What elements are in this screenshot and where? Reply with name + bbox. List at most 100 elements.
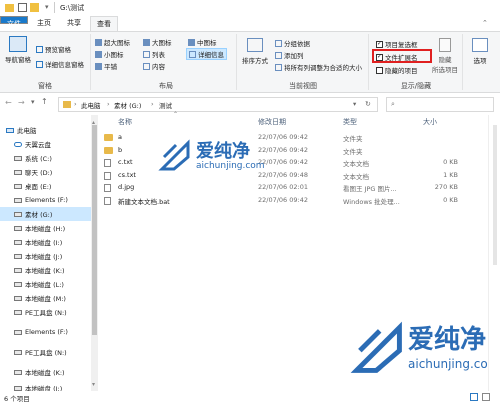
list-option[interactable]: 列表	[143, 49, 165, 59]
breadcrumb-folder[interactable]: 测试	[159, 100, 172, 110]
up-arrow-icon[interactable]: ↑	[41, 97, 48, 106]
nav-item[interactable]: 素材 (G:)	[0, 207, 91, 221]
status-bar: 6 个项目	[0, 391, 500, 404]
nav-item[interactable]: 聊天 (D:)	[0, 165, 91, 179]
breadcrumb-drive[interactable]: 素材 (G:)	[114, 100, 141, 110]
nav-item-label: 天翼云盘	[25, 141, 51, 149]
search-input[interactable]: ⌕	[386, 97, 494, 112]
nav-item[interactable]: 本地磁盘 (H:)	[0, 221, 91, 235]
file-type: Windows 批处理...	[343, 197, 400, 206]
customize-qat-icon[interactable]: ▾	[45, 3, 49, 11]
small-icons-option[interactable]: 小图标	[95, 49, 124, 59]
column-header-date[interactable]: 修改日期	[258, 117, 286, 127]
nav-scrollbar[interactable]: ▴ ▾	[91, 115, 98, 391]
drive-icon	[14, 349, 22, 355]
nav-item[interactable]: 本地磁盘 (K:)	[0, 365, 91, 379]
preview-pane-button[interactable]: 预览窗格	[36, 44, 71, 54]
nav-item[interactable]: PE工具盘 (N:)	[0, 345, 91, 359]
file-row[interactable]: 新建文本文档.bat 22/07/06 09:42 Windows 批处理... 0 …	[98, 195, 458, 206]
file-extension-label: 文件扩展名	[385, 54, 418, 62]
options-button[interactable]: 选项	[466, 38, 494, 74]
file-extension-toggle[interactable]: ✓ 文件扩展名	[376, 52, 418, 62]
nav-pane-icon	[9, 36, 27, 52]
hide-selected-button[interactable]: 隐藏 所选项目	[430, 38, 460, 78]
nav-item[interactable]: 本地磁盘 (J:)	[0, 249, 91, 263]
medium-icons-option[interactable]: 中图标	[188, 37, 217, 47]
fit-columns-label: 将所有列调整为合适的大小	[284, 64, 362, 72]
nav-item[interactable]: 本地磁盘 (K:)	[0, 263, 91, 277]
file-name: a	[118, 133, 122, 141]
ribbon: 导航窗格 预览窗格 详细信息窗格 窗格 超大图标 大图标 中图标 小图标 列表 …	[0, 31, 500, 93]
nav-item[interactable]: 此电脑	[0, 123, 91, 137]
folder-icon	[104, 146, 113, 154]
column-header-size[interactable]: 大小	[423, 117, 437, 127]
new-folder-icon[interactable]	[30, 3, 39, 12]
add-column-button[interactable]: 添加列	[275, 50, 304, 60]
list-icon	[143, 50, 150, 58]
tab-file[interactable]: 文件	[0, 16, 28, 28]
file-type: 看图王 JPG 图片...	[343, 185, 397, 193]
scroll-down-icon[interactable]: ▾	[92, 381, 95, 388]
content-option[interactable]: 内容	[143, 61, 165, 71]
list-label: 列表	[152, 51, 165, 59]
nav-item[interactable]: 桌面 (E:)	[0, 179, 91, 193]
nav-item[interactable]: 本地磁盘 (L:)	[0, 277, 91, 291]
nav-item[interactable]: 系统 (C:)	[0, 151, 91, 165]
drive-icon	[14, 369, 22, 375]
watermark-url: aichunjing.com	[196, 161, 265, 171]
address-bar[interactable]: › 此电脑 › 素材 (G:) › 测试 ▾ ↻	[58, 97, 378, 112]
forward-arrow-icon[interactable]: →	[18, 98, 25, 107]
file-name: 新建文本文档.bat	[118, 197, 170, 206]
item-checkboxes-toggle[interactable]: ✓ 项目复选框	[376, 39, 418, 49]
details-pane-label: 详细信息窗格	[45, 61, 84, 69]
file-list-scrollbar[interactable]	[488, 115, 500, 391]
fit-columns-button[interactable]: 将所有列调整为合适的大小	[275, 62, 362, 72]
scroll-thumb[interactable]	[92, 125, 97, 335]
address-dropdown-icon[interactable]: ▾	[353, 100, 356, 108]
column-header-type[interactable]: 类型	[343, 117, 357, 127]
large-icons-option[interactable]: 大图标	[143, 37, 172, 47]
tab-view[interactable]: 查看	[90, 16, 118, 31]
quick-access-check-icon[interactable]	[18, 3, 27, 12]
watermark-url: aichunjing.com	[408, 357, 500, 371]
details-option[interactable]: 详细信息	[186, 48, 227, 60]
hidden-items-toggle[interactable]: 隐藏的项目	[376, 65, 418, 75]
details-view-icon[interactable]	[470, 393, 478, 401]
details-pane-button[interactable]: 详细信息窗格	[36, 59, 84, 69]
file-icon	[104, 184, 111, 192]
refresh-icon[interactable]: ↻	[365, 100, 371, 108]
breadcrumb-pc[interactable]: 此电脑	[81, 100, 101, 110]
nav-item[interactable]: 天翼云盘	[0, 137, 91, 151]
collapse-ribbon-icon[interactable]: ⌃	[482, 19, 488, 27]
large-icons-view-icon[interactable]	[482, 393, 490, 401]
large-icons-label: 大图标	[152, 39, 172, 47]
group-by-button[interactable]: 分组依据	[275, 38, 310, 48]
cloud-icon	[14, 141, 22, 147]
navigation-pane[interactable]: 此电脑 天翼云盘 系统 (C:) 聊天 (D:) 桌面 (E:) Elements (F:…	[0, 115, 91, 393]
nav-item[interactable]: Elements (F:)	[0, 325, 91, 339]
nav-item-label: Elements (F:)	[25, 328, 68, 336]
nav-item[interactable]: Elements (F:)	[0, 193, 91, 207]
nav-item[interactable]: PE工具盘 (N:)	[0, 305, 91, 319]
file-list[interactable]: 名称 ⌃ 修改日期 类型 大小 a 22/07/06 09:42 文件夹 b 22/07…	[98, 111, 499, 391]
item-checkboxes-label: 项目复选框	[385, 41, 418, 49]
file-type: 文件夹	[343, 147, 363, 156]
tiles-option[interactable]: 平铺	[95, 61, 117, 71]
file-icon	[104, 171, 111, 180]
column-header-name[interactable]: 名称	[118, 117, 132, 127]
nav-item[interactable]: 本地磁盘 (I:)	[0, 235, 91, 249]
watermark-brand: 爱纯净	[408, 325, 487, 355]
xl-icons-option[interactable]: 超大图标	[95, 37, 130, 47]
sort-by-button[interactable]: 排序方式	[240, 38, 270, 74]
scroll-thumb[interactable]	[493, 125, 497, 265]
tab-home[interactable]: 主页	[33, 16, 55, 31]
nav-item[interactable]: 本地磁盘 (M:)	[0, 291, 91, 305]
divider	[462, 34, 463, 90]
file-name: c.txt	[118, 158, 133, 166]
nav-pane-button[interactable]: 导航窗格	[4, 36, 32, 74]
back-arrow-icon[interactable]: ←	[5, 98, 12, 107]
group-panes-title: 窗格	[38, 82, 52, 90]
tab-share[interactable]: 共享	[63, 16, 85, 31]
recent-locations-icon[interactable]: ▾	[31, 98, 35, 106]
small-icons-label: 小图标	[104, 51, 124, 59]
